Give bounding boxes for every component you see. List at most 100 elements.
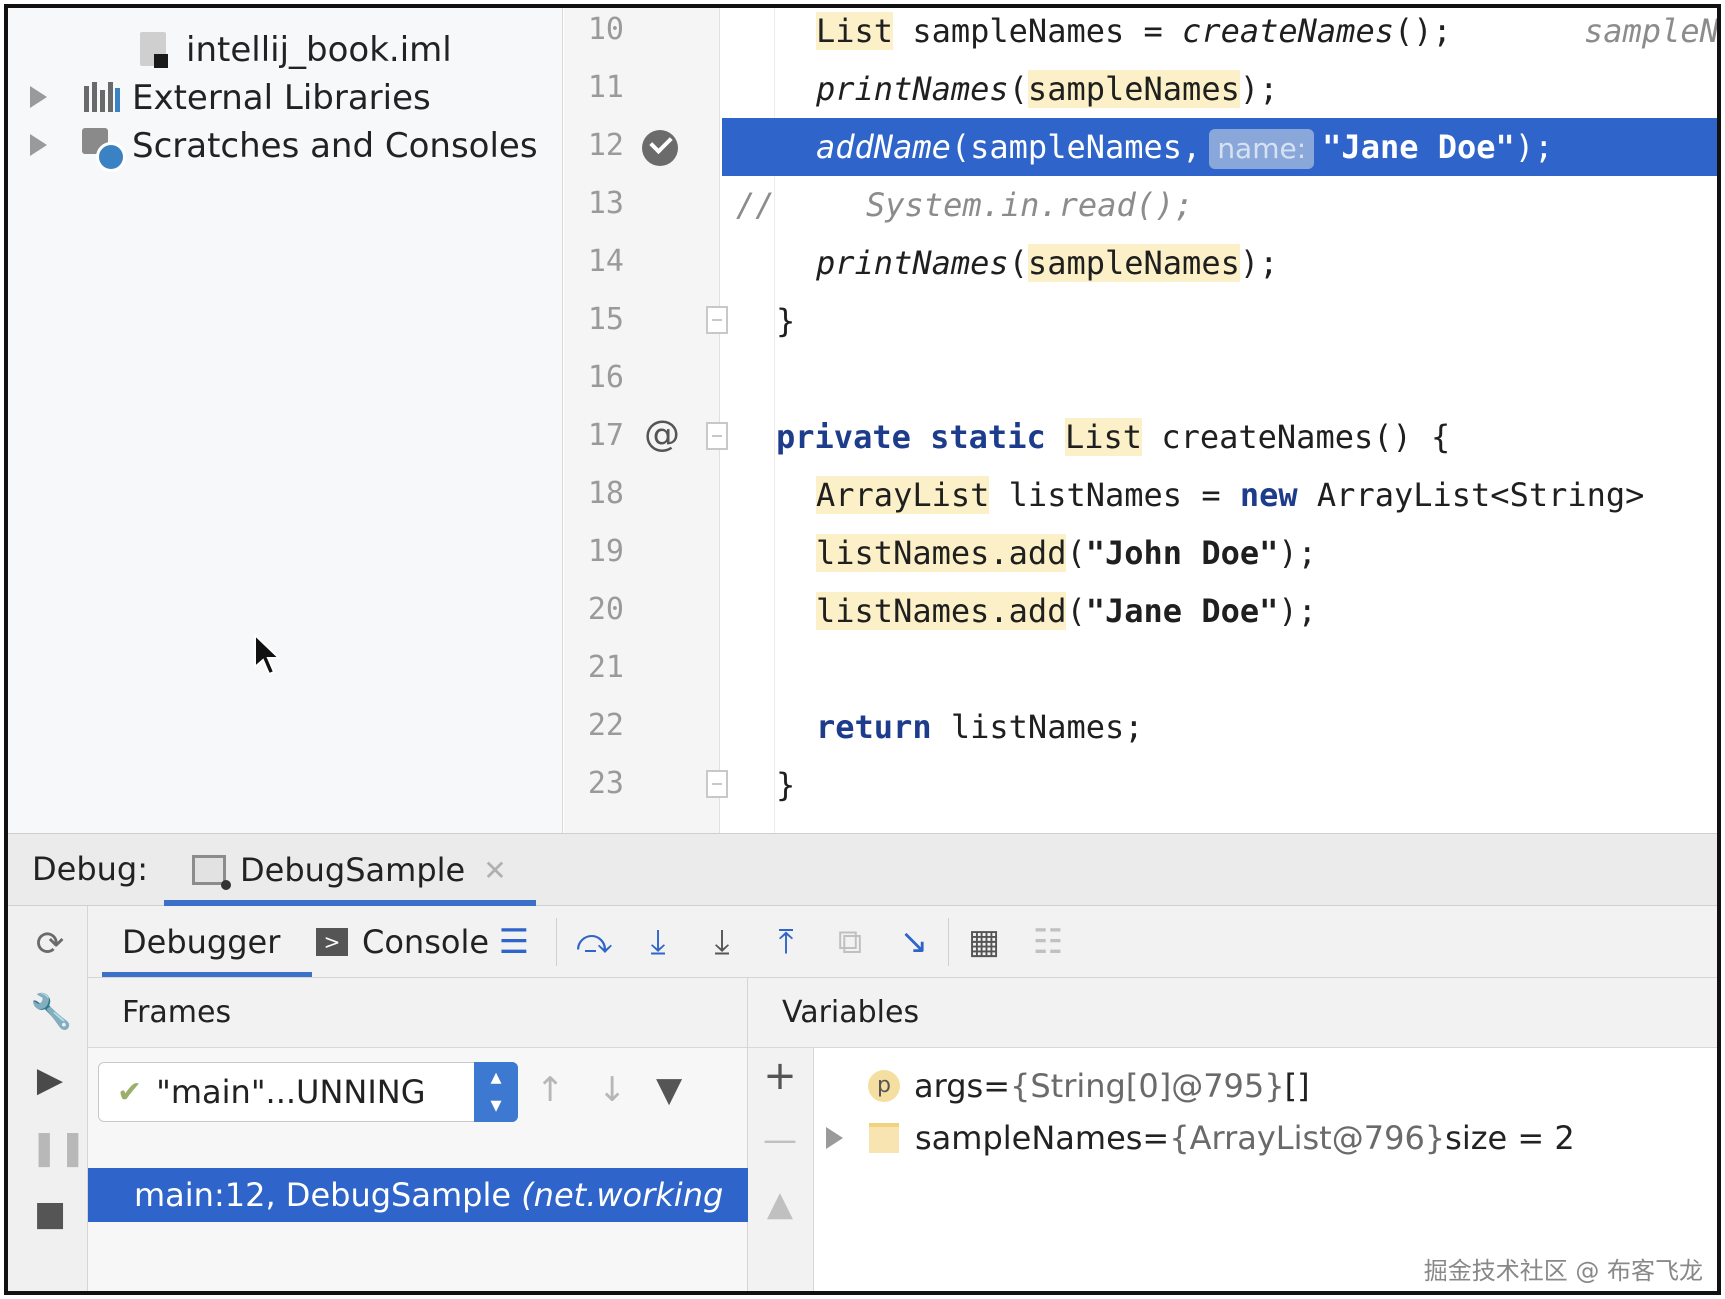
line-number: 13 <box>587 186 624 221</box>
fold-icon[interactable] <box>706 306 728 334</box>
run-to-cursor-icon[interactable]: ↘ <box>894 922 934 962</box>
force-step-into-icon[interactable]: ⤓ <box>702 922 742 962</box>
annotation-at-icon[interactable]: @ <box>644 414 680 455</box>
expand-arrow-icon[interactable] <box>30 86 47 108</box>
remove-watch-icon[interactable]: — <box>760 1120 800 1160</box>
code-text: } <box>776 766 796 804</box>
code-text: addName(sampleNames, name: "Jane Doe"); <box>816 122 1553 172</box>
add-watch-icon[interactable]: + <box>760 1056 800 1096</box>
expand-arrow-icon[interactable] <box>30 134 47 156</box>
variable-value: {ArrayList@796} <box>1169 1119 1446 1157</box>
project-tree: intellij_book.iml External Libraries Scr… <box>8 8 563 833</box>
code-line-14[interactable]: 14 printNames(sampleNames); <box>564 234 1717 292</box>
tree-item-iml[interactable]: intellij_book.iml <box>136 24 452 76</box>
param-icon: p <box>868 1070 900 1102</box>
breakpoint-check-icon[interactable] <box>642 130 678 166</box>
arrow-up-icon[interactable]: ↑ <box>536 1070 565 1110</box>
line-number: 18 <box>587 476 624 511</box>
code-line-20[interactable]: 20 listNames.add("Jane Doe"); <box>564 582 1717 640</box>
fold-icon[interactable] <box>706 770 728 798</box>
tree-item-label: Scratches and Consoles <box>132 126 538 166</box>
variable-name: sampleNames <box>915 1119 1143 1157</box>
parameter-hint: name: <box>1209 129 1315 169</box>
expand-arrow-icon[interactable] <box>826 1127 843 1149</box>
tab-console[interactable]: > Console <box>316 906 489 978</box>
wrench-icon[interactable]: 🔧 <box>30 992 72 1032</box>
code-text: List sampleNames = createNames(); <box>816 12 1452 50</box>
code-line-15[interactable]: 15 } <box>564 292 1717 350</box>
code-text: printNames(sampleNames); <box>816 244 1279 282</box>
code-line-18[interactable]: 18 ArrayList listNames = new ArrayList<S… <box>564 466 1717 524</box>
variable-extra: [] <box>1284 1067 1310 1105</box>
variable-row-args[interactable]: p args = {String[0]@795} [] <box>868 1060 1310 1112</box>
tree-item-scratches[interactable]: Scratches and Consoles <box>30 120 538 172</box>
stack-frame-row[interactable]: main:12, DebugSample (net.working <box>88 1168 748 1222</box>
variable-extra: size = 2 <box>1445 1119 1575 1157</box>
tab-label: Console <box>362 923 490 961</box>
debugger-toolbar: Debugger > Console ☰ ⤼ ⤓ ⤓ ⤒ ⧉ ↘ ▦ ☷ <box>88 906 1717 978</box>
drop-frame-icon[interactable]: ⧉ <box>830 922 870 962</box>
tree-item-external-libraries[interactable]: External Libraries <box>30 72 431 124</box>
debug-session-icon <box>192 855 231 890</box>
fold-icon[interactable] <box>706 422 728 450</box>
trace-icon[interactable]: ☷ <box>1028 922 1068 962</box>
thread-selector[interactable]: ✔ "main"...UNNING ▴ ▾ <box>98 1062 518 1122</box>
code-text: printNames(sampleNames); <box>816 70 1279 108</box>
active-tab-underline <box>102 972 312 977</box>
code-line-13[interactable]: 13 // System.in.read(); <box>564 176 1717 234</box>
code-line-10[interactable]: 10 List sampleNames = createNames(); sam… <box>564 8 1717 60</box>
code-line-21[interactable]: 21 <box>564 640 1717 698</box>
code-line-23[interactable]: 23 } <box>564 756 1717 814</box>
code-text: } <box>776 302 796 340</box>
thread-label: "main"...UNNING <box>156 1073 426 1111</box>
stop-icon[interactable]: ■ <box>30 1194 70 1234</box>
debug-session-tab[interactable]: DebugSample ✕ <box>164 834 536 906</box>
code-line-19[interactable]: 19 listNames.add("John Doe"); <box>564 524 1717 582</box>
field-icon <box>869 1123 899 1153</box>
line-number: 11 <box>587 70 624 105</box>
debug-side-toolbar: ⟳ 🔧 ▶ ❚❚ ■ <box>8 906 88 1291</box>
ide-window: intellij_book.iml External Libraries Scr… <box>4 4 1721 1295</box>
console-icon: > <box>316 928 348 956</box>
code-text: listNames.add("Jane Doe"); <box>816 592 1317 630</box>
resume-icon[interactable]: ▶ <box>30 1060 70 1100</box>
comment-marker: // <box>736 186 775 224</box>
pause-icon[interactable]: ❚❚ <box>30 1128 87 1168</box>
library-icon <box>82 78 122 118</box>
step-out-icon[interactable]: ⤒ <box>766 922 806 962</box>
step-into-icon[interactable]: ⤓ <box>638 922 678 962</box>
file-icon <box>136 30 176 70</box>
variable-eq: = <box>983 1067 1010 1105</box>
variable-row-samplenames[interactable]: sampleNames = {ArrayList@796} size = 2 <box>826 1112 1575 1164</box>
step-over-icon[interactable]: ⤼ <box>574 922 614 962</box>
move-up-icon[interactable]: ▲ <box>760 1184 800 1224</box>
tab-debugger[interactable]: Debugger <box>122 906 280 978</box>
debug-tool-window: Debug: DebugSample ✕ ⟳ 🔧 ▶ ❚❚ ■ Debugger… <box>8 833 1717 1291</box>
variable-name: args <box>914 1067 984 1105</box>
filter-icon[interactable]: ▼ <box>656 1070 682 1110</box>
code-line-12[interactable]: 12 addName(sampleNames, name: "Jane Doe"); <box>564 118 1717 176</box>
scratches-icon <box>82 126 126 172</box>
frame-package: (net.working <box>521 1176 724 1214</box>
mouse-cursor-icon <box>254 633 282 676</box>
variable-eq: = <box>1142 1119 1170 1157</box>
arrow-down-icon[interactable]: ↓ <box>598 1070 627 1110</box>
line-number: 15 <box>587 302 624 337</box>
dropdown-spinner-icon[interactable]: ▴ ▾ <box>474 1062 518 1122</box>
code-line-22[interactable]: 22 return listNames; <box>564 698 1717 756</box>
variable-value: {String[0]@795} <box>1010 1067 1285 1105</box>
code-text: return listNames; <box>816 708 1144 746</box>
tree-item-label: intellij_book.iml <box>186 30 452 70</box>
check-icon: ✔ <box>117 1074 143 1110</box>
code-line-16[interactable]: 16 <box>564 350 1717 408</box>
code-line-11[interactable]: 11 printNames(sampleNames); <box>564 60 1717 118</box>
evaluate-expression-icon[interactable]: ▦ <box>964 922 1004 962</box>
layout-menu-icon[interactable]: ☰ <box>494 922 534 962</box>
rerun-icon[interactable]: ⟳ <box>30 924 70 964</box>
debug-titlebar: Debug: DebugSample ✕ <box>8 834 1717 906</box>
code-line-17[interactable]: 17 @ private static List createNames() { <box>564 408 1717 466</box>
close-icon[interactable]: ✕ <box>483 854 506 887</box>
frames-header: Frames <box>88 978 747 1048</box>
code-editor[interactable]: 10 List sampleNames = createNames(); sam… <box>564 8 1717 833</box>
session-tab-label: DebugSample <box>240 851 466 889</box>
